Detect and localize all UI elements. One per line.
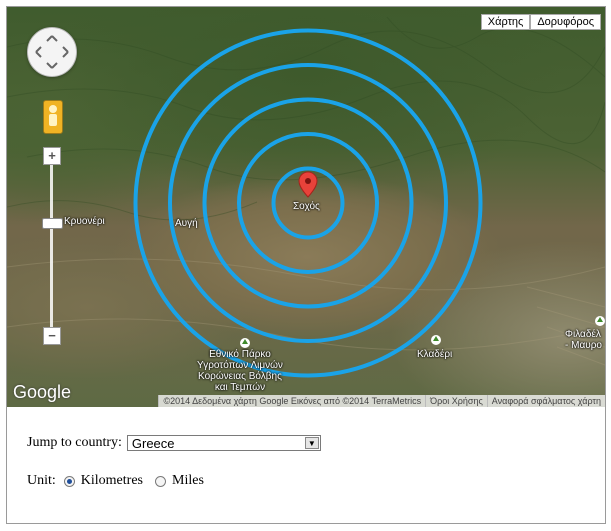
map-attribution: ©2014 Δεδομένα χάρτη Google Εικόνες από …	[158, 395, 605, 407]
google-logo[interactable]: Google	[13, 382, 71, 403]
report-error-link[interactable]: Αναφορά σφάλματος χάρτη	[486, 395, 605, 407]
pan-control[interactable]	[27, 27, 77, 77]
zoom-in-button[interactable]: +	[43, 147, 61, 165]
place-label-filadelfeia: Φιλαδέλ - Μαυρο	[565, 329, 602, 351]
jump-to-country-label: Jump to country:	[27, 435, 122, 450]
unit-label: Unit:	[27, 473, 56, 488]
dropdown-arrow-icon[interactable]: ▼	[304, 437, 319, 449]
kladeri-poi-icon	[431, 335, 441, 345]
zoom-slider-track[interactable]	[50, 157, 53, 337]
zoom-slider-thumb[interactable]	[42, 218, 63, 229]
marker-label: Σοχός	[293, 201, 320, 212]
zoom-out-button[interactable]: −	[43, 327, 61, 345]
country-select[interactable]: Greece ▼	[126, 435, 321, 451]
attribution-data: ©2014 Δεδομένα χάρτη Google Εικόνες από …	[158, 395, 426, 407]
unit-km-label[interactable]: Kilometres	[81, 473, 143, 489]
place-label-avgi: Αυγή	[175, 218, 198, 229]
map-type-satellite-button[interactable]: Δορυφόρος	[530, 14, 601, 30]
pegman-icon[interactable]	[43, 100, 63, 134]
unit-miles-radio[interactable]	[155, 475, 166, 487]
controls-panel: Jump to country: Greece ▼ Unit: Kilometr…	[27, 433, 321, 491]
map-type-map-button[interactable]: Χάρτης	[480, 14, 531, 30]
place-label-kryoneri: Κρυονέρι	[64, 216, 105, 227]
filadelfeia-poi-icon	[595, 316, 605, 326]
park-poi-icon	[240, 338, 250, 348]
terms-link[interactable]: Όροι Χρήσης	[425, 395, 487, 407]
map-view[interactable]: Χάρτης Δορυφόρος + − Κρυονέρι Αυγή Σοχός…	[7, 7, 605, 407]
location-marker[interactable]	[298, 171, 318, 198]
place-label-park: Εθνικό Πάρκο Υγροτόπων Λιμνών Κορώνειας …	[197, 349, 283, 393]
map-type-control: Χάρτης Δορυφόρος	[480, 14, 601, 30]
app-frame: Χάρτης Δορυφόρος + − Κρυονέρι Αυγή Σοχός…	[6, 6, 606, 524]
pan-arrows-icon	[35, 35, 69, 69]
unit-km-radio[interactable]	[63, 475, 75, 487]
place-label-kladeri: Κλαδέρι	[417, 349, 453, 360]
country-select-value: Greece	[131, 435, 175, 451]
unit-miles-label[interactable]: Miles	[172, 473, 204, 489]
